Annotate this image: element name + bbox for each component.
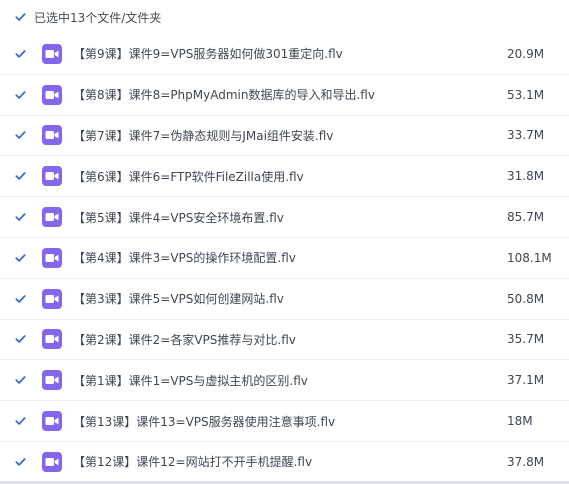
checkmark-icon [15,417,26,425]
file-size: 53.1M [507,87,545,102]
checkmark-icon [15,335,26,344]
video-file-icon [42,43,62,64]
file-checkbox[interactable] [15,171,26,182]
video-file-icon [42,329,62,350]
file-row[interactable]: 【第7课】课件7=伪静态规则与JMai组件安装.flv 33.7M [0,116,569,157]
file-name[interactable]: 【第3课】课件5=VPS如何创建网站.flv [73,290,284,307]
file-size: 108.1M [507,250,552,265]
selection-summary: 已选中13个文件/文件夹 [34,10,162,25]
checkmark-icon [15,172,26,181]
file-name[interactable]: 【第7课】课件7=伪静态规则与JMai组件安装.flv [73,127,333,144]
file-checkbox[interactable] [15,416,26,427]
file-size: 18M [507,414,533,429]
checkmark-icon [15,50,26,58]
file-name[interactable]: 【第8课】课件8=PhpMyAdmin数据库的导入和导出.flv [73,86,375,103]
video-file-icon [42,166,62,187]
checkmark-icon [15,213,26,221]
file-size: 33.7M [507,128,545,143]
file-size: 37.8M [507,454,545,469]
file-row[interactable]: 【第5课】课件4=VPS安全环境布置.flv 85.7M [0,197,569,238]
file-checkbox[interactable] [15,89,26,100]
file-row[interactable]: 【第12课】课件12=网站打不开手机提醒.flv 37.8M [0,442,569,483]
file-name[interactable]: 【第2课】课件2=各家VPS推荐与对比.flv [73,331,296,348]
file-checkbox[interactable] [15,334,26,345]
file-row[interactable]: 【第9课】课件9=VPS服务器如何做301重定向.flv 20.9M [0,34,569,75]
file-size: 50.8M [507,291,545,306]
file-row[interactable]: 【第2课】课件2=各家VPS推荐与对比.flv 35.7M [0,320,569,361]
file-checkbox[interactable] [15,252,26,263]
video-file-icon [42,247,62,268]
checkmark-icon [15,458,26,466]
video-file-icon [42,451,62,472]
file-checkbox[interactable] [15,375,26,386]
selection-header: 已选中13个文件/文件夹 [0,0,569,34]
checkmark-icon [15,376,26,385]
file-name[interactable]: 【第9课】课件9=VPS服务器如何做301重定向.flv [73,45,343,62]
checkmark-icon [15,90,26,99]
checkmark-icon [15,131,26,140]
file-name[interactable]: 【第1课】课件1=VPS与虚拟主机的区别.flv [73,372,308,389]
video-file-icon [42,288,62,309]
file-checkbox[interactable] [15,212,26,223]
checkmark-icon [15,294,26,303]
video-file-icon [42,84,62,105]
file-row[interactable]: 【第6课】课件6=FTP软件FileZilla使用.flv 31.8M [0,156,569,198]
video-file-icon [42,370,62,391]
file-checkbox[interactable] [15,130,26,141]
file-row[interactable]: 【第1课】课件1=VPS与虚拟主机的区别.flv 37.1M [0,360,569,402]
file-list: 【第9课】课件9=VPS服务器如何做301重定向.flv 20.9M 【第8课】课件… [0,34,569,483]
file-size: 85.7M [507,210,545,225]
file-row[interactable]: 【第3课】课件5=VPS如何创建网站.flv 50.8M [0,279,569,320]
video-file-icon [42,411,62,432]
file-size: 20.9M [507,46,545,61]
file-name[interactable]: 【第12课】课件12=网站打不开手机提醒.flv [73,453,312,470]
video-file-icon [42,207,62,228]
file-name[interactable]: 【第6课】课件6=FTP软件FileZilla使用.flv [73,168,304,185]
file-name[interactable]: 【第13课】课件13=VPS服务器使用注意事项.flv [73,413,335,430]
file-checkbox[interactable] [15,456,26,467]
file-row[interactable]: 【第8课】课件8=PhpMyAdmin数据库的导入和导出.flv 53.1M [0,75,569,116]
file-row[interactable]: 【第4课】课件3=VPS的操作环境配置.flv 108.1M [0,238,569,279]
file-size: 35.7M [507,332,545,347]
select-all-checkbox[interactable] [15,12,26,23]
file-name[interactable]: 【第4课】课件3=VPS的操作环境配置.flv [73,249,296,266]
file-checkbox[interactable] [15,48,26,59]
file-size: 37.1M [507,373,545,388]
file-size: 31.8M [507,169,545,184]
file-checkbox[interactable] [15,293,26,304]
checkmark-icon [15,13,26,21]
video-file-icon [42,125,62,146]
checkmark-icon [15,254,26,262]
file-name[interactable]: 【第5课】课件4=VPS安全环境布置.flv [73,209,284,226]
file-row[interactable]: 【第13课】课件13=VPS服务器使用注意事项.flv 18M [0,401,569,442]
